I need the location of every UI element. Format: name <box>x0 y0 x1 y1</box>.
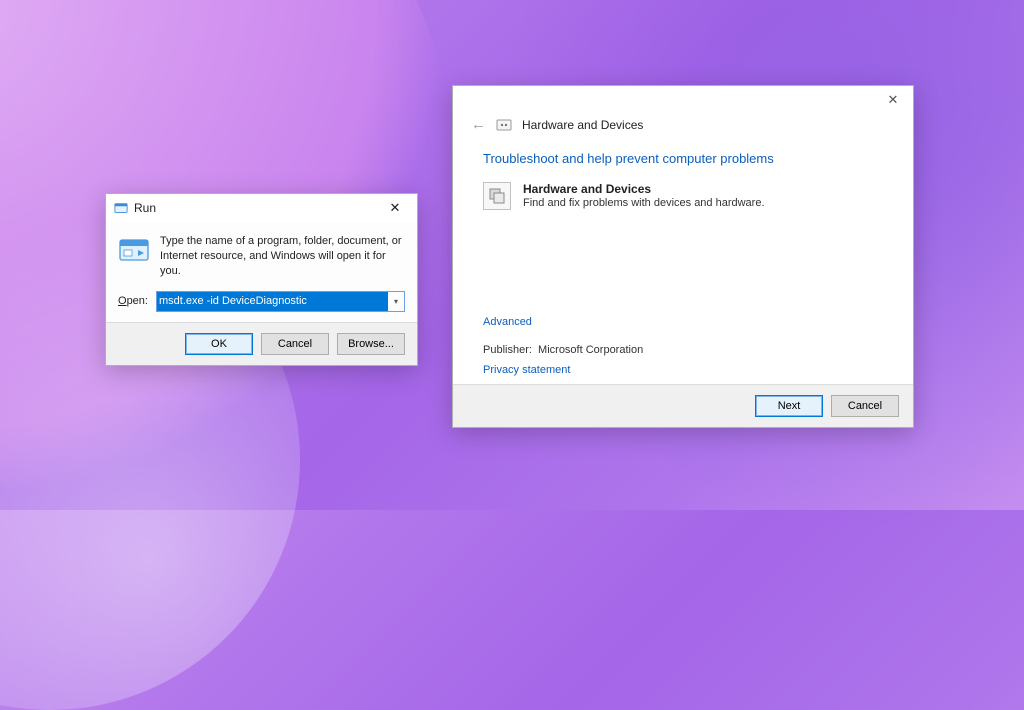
browse-button[interactable]: Browse... <box>337 333 405 355</box>
run-large-icon <box>118 234 150 266</box>
back-arrow-icon[interactable]: ← <box>471 116 486 133</box>
cancel-button[interactable]: Cancel <box>831 395 899 417</box>
close-icon[interactable]: ✕ <box>875 86 911 114</box>
open-label: Open: <box>118 295 148 307</box>
publisher-label: Publisher: <box>483 344 532 356</box>
control-panel-icon <box>496 117 512 133</box>
page-heading: Troubleshoot and help prevent computer p… <box>483 151 883 166</box>
troubleshooter-button-row: Next Cancel <box>453 384 913 427</box>
troubleshooter-window: ✕ ← Hardware and Devices Troubleshoot an… <box>452 85 914 428</box>
run-description: Type the name of a program, folder, docu… <box>160 234 405 279</box>
privacy-link[interactable]: Privacy statement <box>483 364 570 376</box>
run-open-row: Open: ▾ <box>106 287 417 322</box>
cancel-button[interactable]: Cancel <box>261 333 329 355</box>
troubleshooter-titlebar[interactable]: ✕ <box>453 86 913 114</box>
advanced-link[interactable]: Advanced <box>483 316 532 328</box>
next-button[interactable]: Next <box>755 395 823 417</box>
open-combobox[interactable]: ▾ <box>156 291 405 312</box>
publisher-value: Microsoft Corporation <box>538 344 643 356</box>
open-input[interactable] <box>157 292 388 311</box>
run-body: Type the name of a program, folder, docu… <box>106 222 417 287</box>
run-app-icon <box>114 201 128 215</box>
publisher-line: Publisher: Microsoft Corporation <box>483 344 883 356</box>
troubleshooter-body: Troubleshoot and help prevent computer p… <box>453 139 913 384</box>
hardware-devices-icon <box>483 182 511 210</box>
close-icon[interactable]: ✕ <box>375 194 415 222</box>
option-title: Hardware and Devices <box>523 182 765 196</box>
run-button-row: OK Cancel Browse... <box>106 322 417 365</box>
run-dialog-window: Run ✕ Type the name of a program, folder… <box>105 193 418 366</box>
troubleshooter-nav: ← Hardware and Devices <box>453 114 913 139</box>
ok-button[interactable]: OK <box>185 333 253 355</box>
run-titlebar[interactable]: Run ✕ <box>106 194 417 222</box>
run-title-text: Run <box>134 201 375 215</box>
breadcrumb: Hardware and Devices <box>522 118 643 132</box>
option-subtitle: Find and fix problems with devices and h… <box>523 197 765 209</box>
troubleshooter-option[interactable]: Hardware and Devices Find and fix proble… <box>483 182 883 210</box>
chevron-down-icon[interactable]: ▾ <box>388 292 404 311</box>
